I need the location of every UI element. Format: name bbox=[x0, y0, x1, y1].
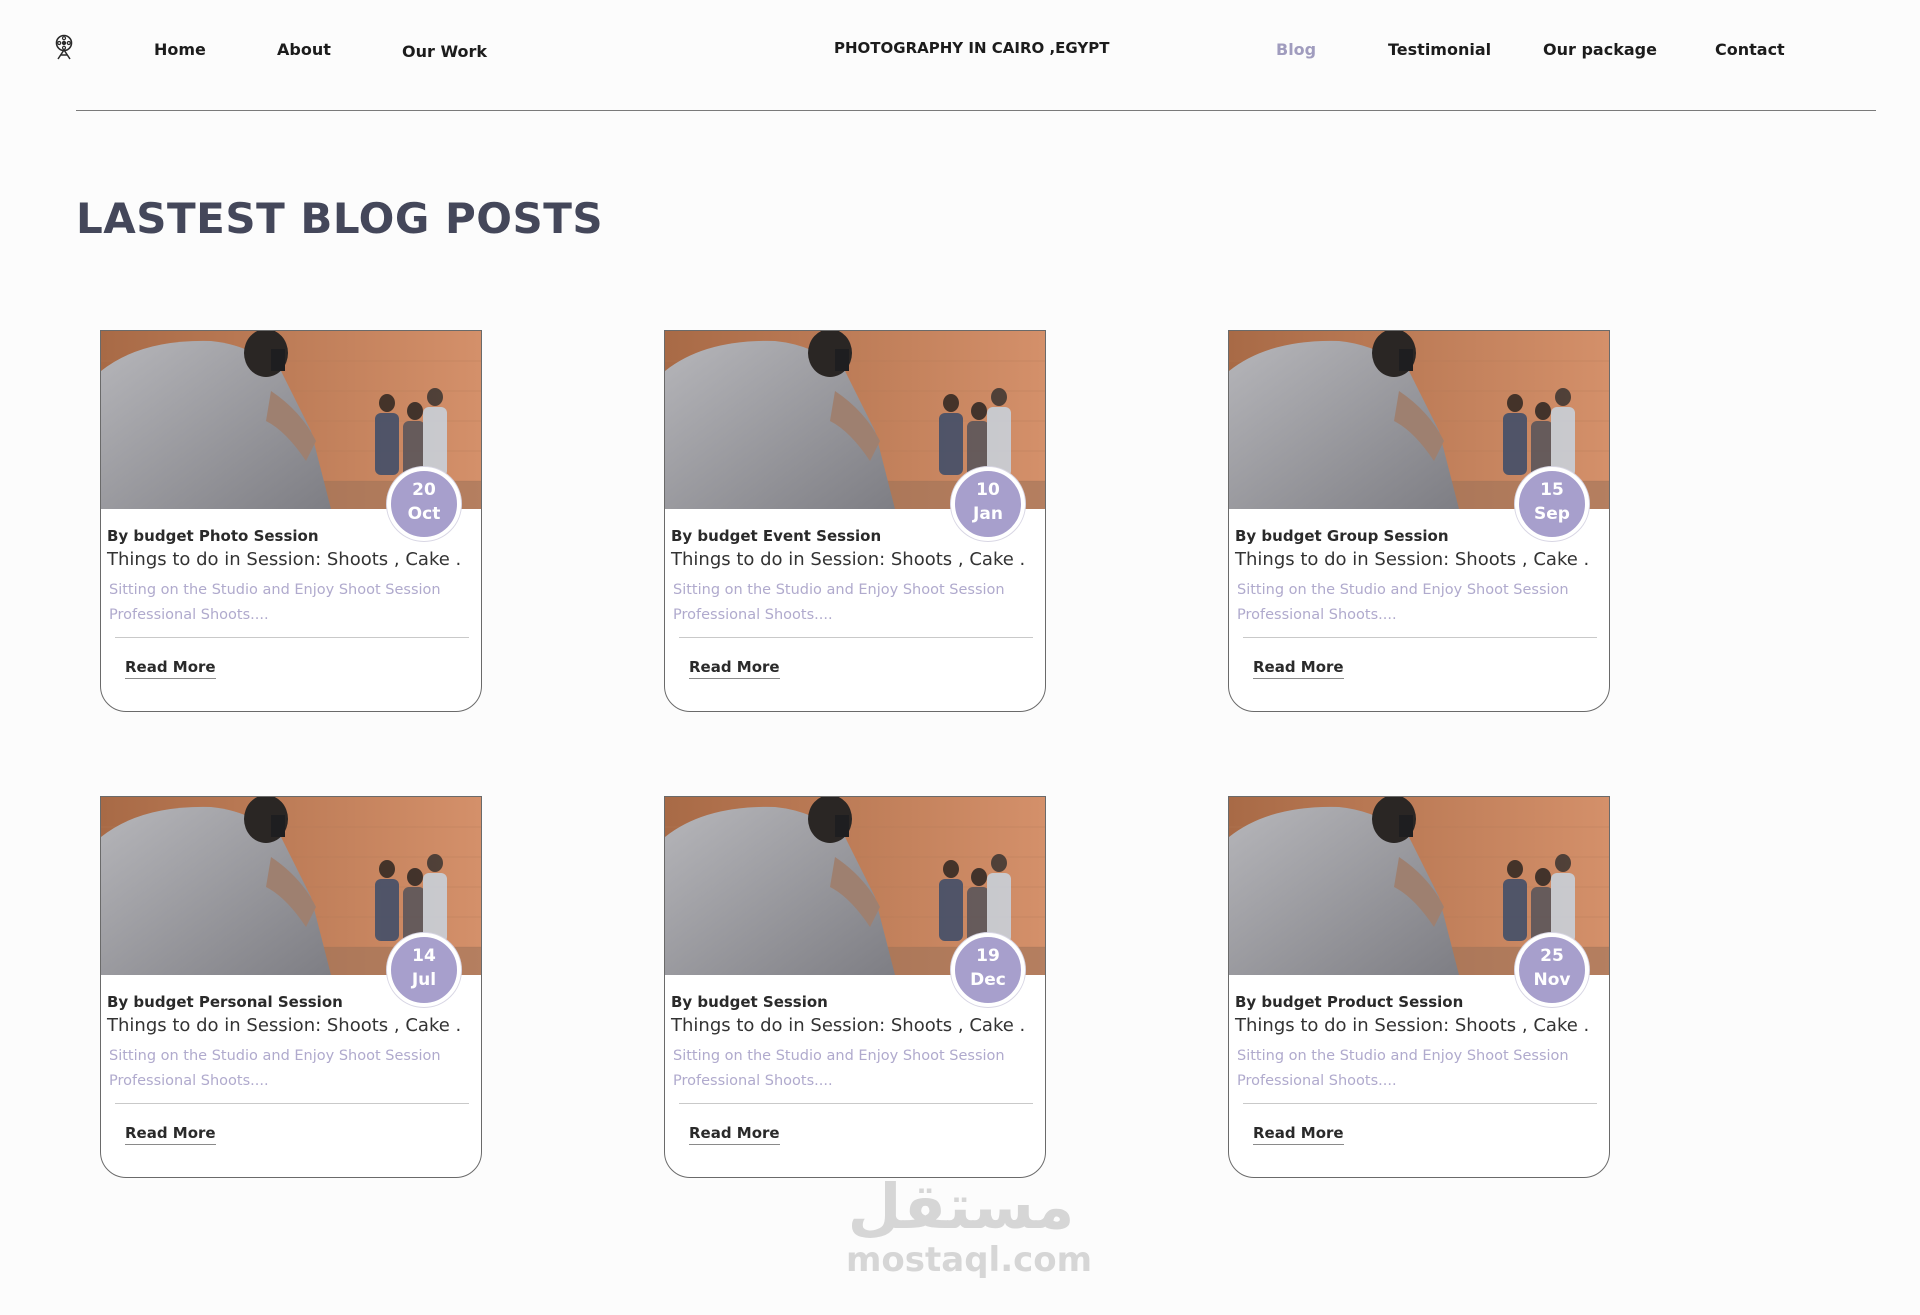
blog-card[interactable]: 20 Oct By budget Photo Session Things to… bbox=[100, 330, 482, 712]
date-month: Jan bbox=[973, 504, 1003, 524]
nav-our-package-link[interactable]: Our package bbox=[1543, 40, 1657, 59]
date-day: 19 bbox=[976, 946, 1000, 966]
nav-contact-link[interactable]: Contact bbox=[1715, 40, 1785, 59]
nav-about-link[interactable]: About bbox=[277, 40, 331, 59]
blog-card-title: Things to do in Session: Shoots , Cake . bbox=[107, 549, 462, 570]
date-badge: 19 Dec bbox=[951, 933, 1025, 1007]
blog-card-divider bbox=[679, 1103, 1033, 1104]
blog-card[interactable]: 25 Nov By budget Product Session Things … bbox=[1228, 796, 1610, 1178]
blog-card-divider bbox=[1243, 1103, 1597, 1104]
read-more-link[interactable]: Read More bbox=[689, 1124, 780, 1145]
read-more-link[interactable]: Read More bbox=[1253, 658, 1344, 679]
blog-card-title: Things to do in Session: Shoots , Cake . bbox=[671, 1015, 1026, 1036]
nav-blog-link[interactable]: Blog bbox=[1276, 40, 1316, 59]
read-more-link[interactable]: Read More bbox=[125, 1124, 216, 1145]
watermark-logo: مستقل mostaql.com bbox=[846, 1170, 1093, 1292]
site-header: Home About Our Work PHOTOGRAPHY IN CAIRO… bbox=[0, 0, 1920, 110]
nav-home-link[interactable]: Home bbox=[154, 40, 206, 59]
blog-card-title: Things to do in Session: Shoots , Cake . bbox=[107, 1015, 462, 1036]
blog-card[interactable]: 19 Dec By budget Session Things to do in… bbox=[664, 796, 1046, 1178]
watermark-latin: mostaql.com bbox=[846, 1240, 1093, 1280]
blog-card-excerpt: Sitting on the Studio and Enjoy Shoot Se… bbox=[673, 1048, 1005, 1089]
header-divider bbox=[76, 110, 1876, 111]
nav-our-work-link[interactable]: Our Work bbox=[402, 42, 487, 61]
blog-card-excerpt: Sitting on the Studio and Enjoy Shoot Se… bbox=[1237, 582, 1569, 623]
section-title: LASTEST BLOG POSTS bbox=[76, 194, 604, 243]
date-badge: 10 Jan bbox=[951, 467, 1025, 541]
blog-card-author: By budget Personal Session bbox=[107, 993, 343, 1011]
nav-testimonial-link[interactable]: Testimonial bbox=[1388, 40, 1491, 59]
date-month: Oct bbox=[407, 504, 441, 524]
date-day: 14 bbox=[412, 946, 436, 966]
blog-card-excerpt: Sitting on the Studio and Enjoy Shoot Se… bbox=[109, 1048, 441, 1089]
blog-card-divider bbox=[115, 1103, 469, 1104]
date-badge: 20 Oct bbox=[387, 467, 461, 541]
site-title: PHOTOGRAPHY IN CAIRO ,EGYPT bbox=[834, 39, 1110, 57]
read-more-link[interactable]: Read More bbox=[125, 658, 216, 679]
blog-card-title: Things to do in Session: Shoots , Cake . bbox=[1235, 549, 1590, 570]
blog-card-author: By budget Photo Session bbox=[107, 527, 319, 545]
blog-card-divider bbox=[115, 637, 469, 638]
date-day: 15 bbox=[1540, 480, 1564, 500]
blog-card-divider bbox=[1243, 637, 1597, 638]
blog-card-author: By budget Event Session bbox=[671, 527, 882, 545]
date-badge: 25 Nov bbox=[1515, 933, 1589, 1007]
date-month: Sep bbox=[1534, 504, 1570, 524]
blog-card-author: By budget Group Session bbox=[1235, 527, 1449, 545]
date-day: 25 bbox=[1540, 946, 1564, 966]
date-month: Nov bbox=[1533, 970, 1571, 990]
camera-reel-icon[interactable] bbox=[52, 34, 76, 60]
blog-card[interactable]: 10 Jan By budget Event Session Things to… bbox=[664, 330, 1046, 712]
date-badge: 14 Jul bbox=[387, 933, 461, 1007]
blog-card-title: Things to do in Session: Shoots , Cake . bbox=[1235, 1015, 1590, 1036]
blog-card[interactable]: 15 Sep By budget Group Session Things to… bbox=[1228, 330, 1610, 712]
date-day: 10 bbox=[976, 480, 1000, 500]
blog-card-excerpt: Sitting on the Studio and Enjoy Shoot Se… bbox=[673, 582, 1005, 623]
date-month: Dec bbox=[970, 970, 1006, 990]
blog-card-excerpt: Sitting on the Studio and Enjoy Shoot Se… bbox=[109, 582, 441, 623]
watermark-arabic: مستقل bbox=[847, 1170, 1075, 1243]
blog-card[interactable]: 14 Jul By budget Personal Session Things… bbox=[100, 796, 482, 1178]
read-more-link[interactable]: Read More bbox=[1253, 1124, 1344, 1145]
date-month: Jul bbox=[411, 970, 437, 990]
read-more-link[interactable]: Read More bbox=[689, 658, 780, 679]
date-day: 20 bbox=[412, 480, 436, 500]
blog-card-author: By budget Session bbox=[671, 993, 828, 1011]
blog-card-author: By budget Product Session bbox=[1235, 993, 1464, 1011]
blog-card-title: Things to do in Session: Shoots , Cake . bbox=[671, 549, 1026, 570]
blog-card-excerpt: Sitting on the Studio and Enjoy Shoot Se… bbox=[1237, 1048, 1569, 1089]
date-badge: 15 Sep bbox=[1515, 467, 1589, 541]
blog-card-divider bbox=[679, 637, 1033, 638]
